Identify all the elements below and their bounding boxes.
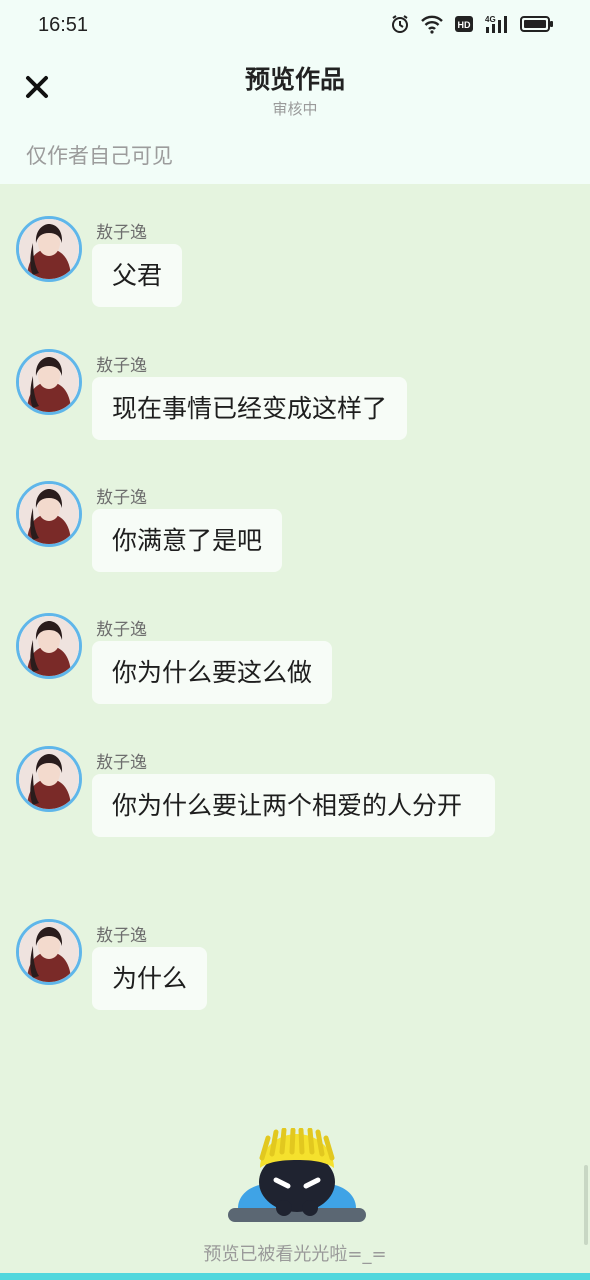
avatar[interactable] <box>16 613 82 679</box>
4g-signal-icon: 4G <box>484 14 510 38</box>
avatar[interactable] <box>16 216 82 282</box>
review-status: 审核中 <box>272 100 318 118</box>
message-bubble: 为什么 <box>92 947 208 1010</box>
message-bubble: 现在事情已经变成这样了 <box>92 377 408 440</box>
sender-name: 敖子逸 <box>96 620 147 640</box>
message-list[interactable]: 敖子逸 父君 敖子逸 现在事情已经变成这样了 敖子逸 你满意了是吧 敖子逸 你为… <box>0 184 590 1280</box>
message-bubble: 你为什么要这么做 <box>92 641 333 704</box>
message-bubble: 父君 <box>92 244 183 307</box>
svg-text:4G: 4G <box>485 15 496 24</box>
avatar[interactable] <box>16 481 82 547</box>
header-bar: 16:51 HD 4G 预览作品 审核中 仅作者自己可见 <box>0 0 590 184</box>
battery-icon <box>520 14 554 38</box>
avatar[interactable] <box>16 349 82 415</box>
avatar[interactable] <box>16 746 82 812</box>
visibility-note: 仅作者自己可见 <box>26 144 173 168</box>
sender-name: 敖子逸 <box>96 356 147 376</box>
alarm-icon <box>390 14 410 38</box>
svg-text:HD: HD <box>458 20 471 30</box>
sender-name: 敖子逸 <box>96 753 147 773</box>
sender-name: 敖子逸 <box>96 223 147 243</box>
avatar[interactable] <box>16 919 82 985</box>
page-title: 预览作品 <box>244 65 345 94</box>
wifi-icon <box>420 14 444 38</box>
mascot-icon <box>222 1127 372 1232</box>
bottom-strip <box>0 1273 590 1280</box>
message-bubble: 你为什么要让两个相爱的人分开 <box>92 774 495 837</box>
hd-icon: HD <box>454 14 474 38</box>
message-bubble: 你满意了是吧 <box>92 509 283 572</box>
scrollbar[interactable] <box>584 1165 588 1245</box>
sender-name: 敖子逸 <box>96 488 147 508</box>
sender-name: 敖子逸 <box>96 926 147 946</box>
status-icons: HD 4G <box>390 14 554 38</box>
status-bar: 16:51 HD 4G <box>0 0 590 52</box>
status-time: 16:51 <box>38 14 89 36</box>
preview-footer-text: 预览已被看光光啦=_= <box>203 1244 387 1265</box>
